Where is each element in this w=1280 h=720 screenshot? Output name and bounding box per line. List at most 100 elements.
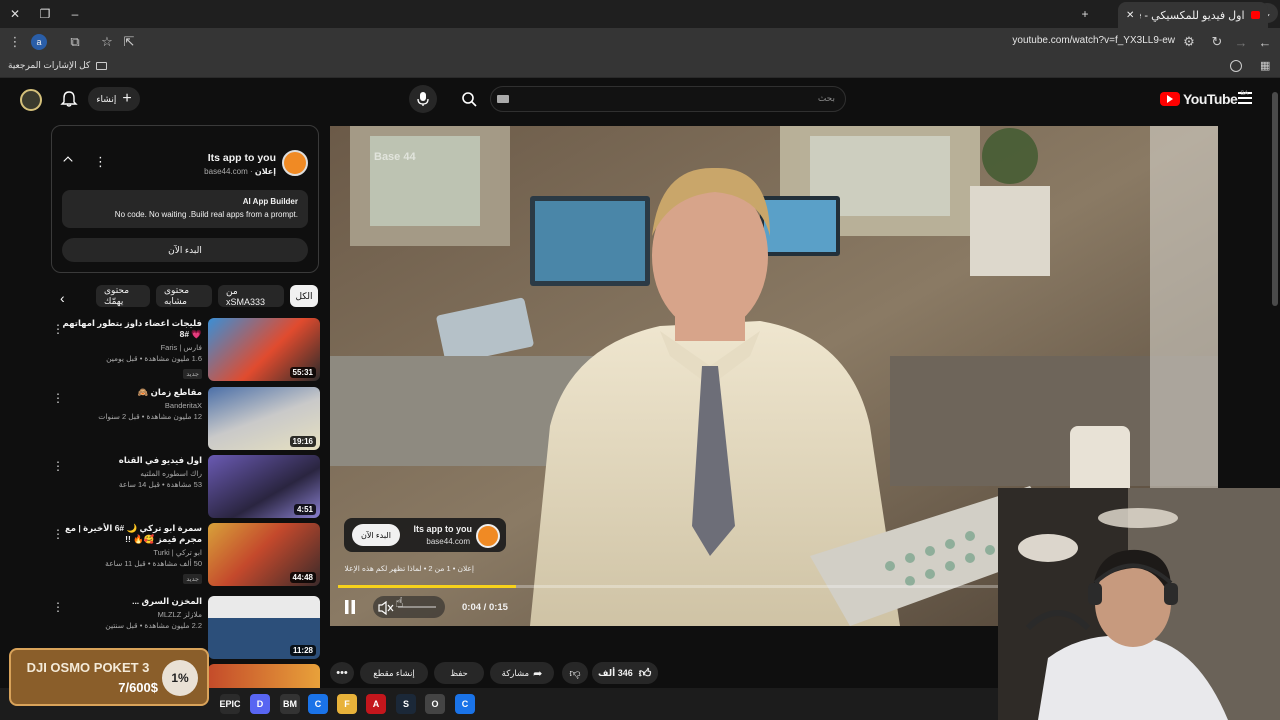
create-button[interactable]: + إنشاء [88,87,140,111]
video-more-icon[interactable]: ⋮ [52,527,64,541]
list-item[interactable]: 44:48 سمرة ابو تركي 🌙 #6 الأخيرة | مع مج… [50,523,320,587]
chip-similar[interactable]: محتوى مشابه [156,285,212,307]
minimize-window-icon[interactable]: – [65,4,85,24]
tab-title: اول فيديو للمكسيكي - YouTube [1140,9,1245,22]
apps-grid-icon[interactable]: ▦ [1260,59,1270,72]
youtube-logo[interactable]: YouTube SA [1160,91,1248,107]
volume-slider[interactable] [398,606,436,608]
video-channel[interactable]: BanderitaX [62,401,202,410]
video-thumbnail[interactable]: 55:31 [208,318,320,381]
base44-watermark: Base 44 [374,151,416,163]
globe-icon[interactable] [1230,60,1242,72]
video-thumbnail[interactable]: 19:16 [208,387,320,450]
video-title[interactable]: فليجات اعضاء داوز بتطور امهاتهم 💗 #8 [62,318,202,340]
search-button[interactable] [455,85,483,113]
restore-window-icon[interactable]: ❐ [35,4,55,24]
keyboard-icon[interactable] [497,95,509,103]
video-more-icon[interactable]: ⋮ [52,459,64,473]
list-item[interactable]: 55:31 فليجات اعضاء داوز بتطور امهاتهم 💗 … [50,318,320,382]
time-current: 0:04 [462,602,482,613]
taskbar-app-icon[interactable]: A [366,694,386,714]
dislike-button[interactable]: 👎︎ [562,662,588,684]
more-actions-icon[interactable]: ••• [330,662,354,684]
mute-button[interactable] [378,601,394,615]
video-title[interactable]: سمرة ابو تركي 🌙 #6 الأخيرة | مع مجرم قيم… [62,523,202,545]
overlay-advertiser-logo [476,524,500,548]
taskbar-app-icon[interactable]: D [250,694,270,714]
share-page-icon[interactable]: ⇱ [120,33,138,51]
voice-search-button[interactable] [409,85,437,113]
address-bar-url[interactable]: youtube.com/watch?v=f_YX3LL9-ew [930,35,1175,46]
new-badge: جديد [183,369,202,379]
taskbar-app-icon[interactable]: F [337,694,357,714]
clip-button[interactable]: إنشاء مقطع [360,662,428,684]
overlay-title[interactable]: Its app to you [402,524,473,534]
goal-title: DJI OSMO POKET 3 [26,660,150,675]
ad-description-box[interactable] [62,190,308,228]
notifications-button[interactable] [60,90,78,108]
video-channel[interactable]: ملازلز MLZLZ [62,610,202,619]
list-item[interactable]: 19:16 مقاطع زمان 🙈 BanderitaX 12 مليون م… [50,387,320,451]
taskbar-app-icon[interactable]: C [455,694,475,714]
close-tab-icon[interactable]: ✕ [1126,10,1134,21]
taskbar-app-icon[interactable]: EPIC [220,694,241,714]
bookmark-star-icon[interactable]: ☆ [98,33,116,51]
ad-start-button[interactable]: البدء الآن [62,238,308,262]
video-thumbnail[interactable] [208,664,320,688]
chip-all[interactable]: الكل [290,285,318,307]
profile-avatar[interactable]: a [31,34,47,50]
pause-button[interactable] [344,600,356,614]
taskbar-app-icon[interactable]: S [396,694,416,714]
folder-icon [96,62,108,70]
video-more-icon[interactable]: ⋮ [52,391,64,405]
ad-more-icon[interactable]: ⋮ [94,154,107,170]
taskbar-app-icon[interactable]: BM [280,694,300,714]
video-title[interactable]: المخزن السرق ... [62,596,202,607]
video-channel[interactable]: ابو تركي | Turki [62,548,202,557]
back-arrow-icon[interactable]: ← [1256,33,1274,51]
account-avatar[interactable] [20,89,42,111]
active-tab[interactable]: اول فيديو للمكسيكي - YouTube ✕ [1118,2,1268,28]
advertiser-logo [282,150,308,176]
video-stats: 50 ألف مشاهدة • قبل 11 ساعة [105,559,202,568]
time-display: 0:04 / 0:15 [462,602,508,613]
video-title[interactable]: مقاطع زمان 🙈 [62,387,202,398]
extensions-icon[interactable]: ⧉ [66,33,84,51]
thumbs-down-icon: 👎︎ [569,667,581,680]
share-button[interactable]: ➦ مشاركة [490,662,554,684]
close-window-icon[interactable]: ✕ [5,4,25,24]
ad-sponsor-label: إعلان [254,167,276,176]
forward-arrow-icon[interactable]: → [1232,33,1250,51]
ad-title[interactable]: Its app to you [160,152,276,164]
list-item[interactable]: 4:51 اول فيديو في القناه راك اسطوره المل… [50,455,320,519]
video-thumbnail[interactable]: 11:28 [208,596,320,659]
taskbar-app-icon[interactable]: C [308,694,328,714]
microphone-icon [417,92,429,106]
taskbar-app-icon[interactable]: O [425,694,445,714]
page-scrollbar[interactable] [1272,92,1278,306]
chips-prev-arrow-icon[interactable]: ‹ [60,290,65,306]
video-channel[interactable]: راك اسطوره الملتيه [62,469,202,478]
search-input[interactable]: بحث [818,93,835,104]
search-bar[interactable]: بحث [490,86,846,112]
new-tab-icon[interactable]: + [1075,4,1095,24]
chip-interesting[interactable]: محتوى يهمّك [96,285,150,307]
chip-from-channel[interactable]: من xSMA333 [218,285,284,307]
video-more-icon[interactable]: ⋮ [52,322,64,336]
video-thumbnail[interactable]: 4:51 [208,455,320,518]
save-button[interactable]: حفظ [434,662,484,684]
all-bookmarks-button[interactable]: كل الإشارات المرجعية [8,60,108,71]
video-title[interactable]: اول فيديو في القناه [62,455,202,466]
site-settings-icon[interactable]: ⚙ [1180,33,1198,51]
goal-percent: 1% [162,660,198,696]
video-thumbnail[interactable]: 44:48 [208,523,320,586]
video-channel[interactable]: فارس | Faris [62,343,202,352]
browser-menu-icon[interactable]: ⋮ [6,33,24,51]
like-count: 346 ألف [598,668,633,678]
ad-info-text[interactable]: إعلان • 1 من 2 • لماذا تظهر لكم هذه الإع… [344,564,474,573]
video-more-icon[interactable]: ⋮ [52,600,64,614]
reload-icon[interactable]: ↻ [1208,33,1226,51]
like-button[interactable]: 👍︎ 346 ألف [598,666,651,681]
video-stats: 2.2 مليون مشاهدة • قبل سنتين [105,621,202,630]
overlay-start-button[interactable]: البدء الآن [352,524,400,546]
